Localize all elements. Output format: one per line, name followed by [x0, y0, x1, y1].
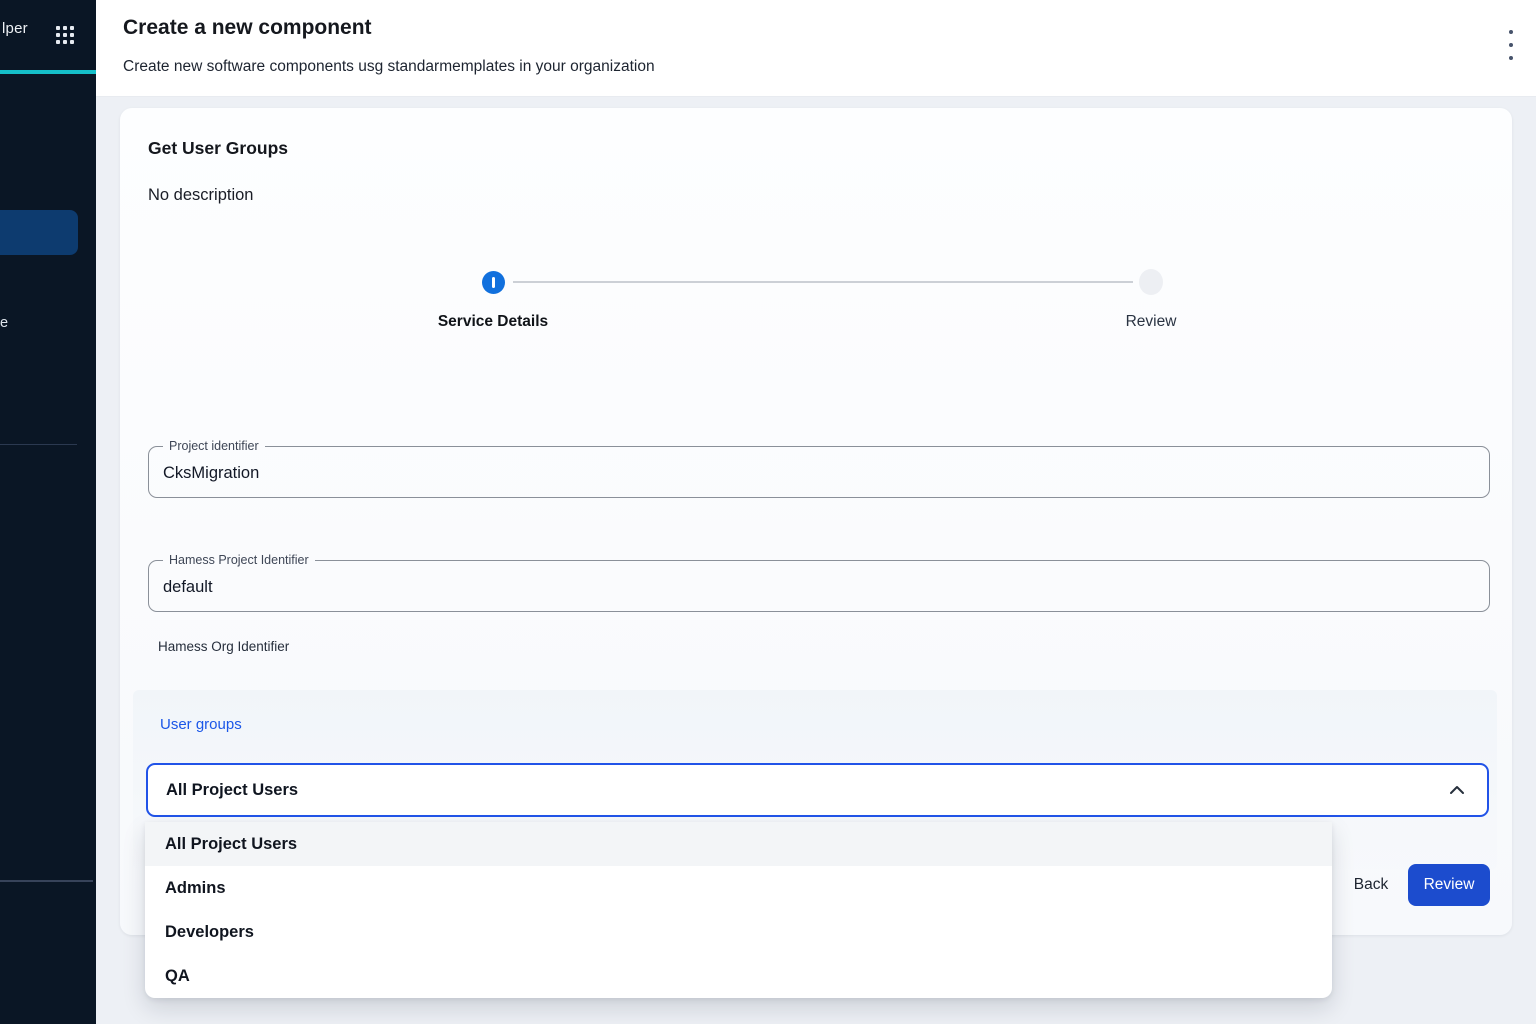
sidebar-item-label[interactable]: e: [0, 315, 8, 331]
dropdown-option[interactable]: QA: [145, 954, 1332, 998]
dropdown-option[interactable]: Admins: [145, 866, 1332, 910]
main-content: Get User Groups No description Service D…: [96, 97, 1536, 1024]
dropdown-option[interactable]: All Project Users: [145, 822, 1332, 866]
sidebar-divider: [0, 880, 93, 882]
page-header: Create a new component Create new softwa…: [96, 0, 1536, 97]
step-1-indicator: [482, 271, 505, 294]
project-identifier-field: Project identifier: [148, 447, 1490, 498]
page-title: Create a new component: [123, 16, 372, 40]
dropdown-option[interactable]: Developers: [145, 910, 1332, 954]
harness-project-identifier-input[interactable]: [163, 572, 1475, 602]
harness-project-identifier-field: Hamess Project Identifier: [148, 561, 1490, 612]
user-groups-select[interactable]: All Project Users: [146, 763, 1489, 817]
project-identifier-input[interactable]: [163, 458, 1475, 488]
step-number-glyph: [492, 277, 495, 288]
back-button[interactable]: Back: [1335, 864, 1407, 906]
sidebar-active-item[interactable]: [0, 210, 78, 255]
sidebar-divider: [0, 444, 77, 445]
app-window: lper e Create a new component Create new…: [0, 0, 1536, 1024]
user-groups-dropdown-menu: All Project Users Admins Developers QA: [145, 822, 1332, 998]
field-label: Hamess Project Identifier: [163, 552, 315, 568]
user-groups-link[interactable]: User groups: [160, 716, 242, 733]
harness-org-identifier-label: Hamess Org Identifier: [158, 639, 289, 654]
apps-grid-icon[interactable]: [56, 26, 76, 46]
kebab-menu-icon[interactable]: [1501, 28, 1521, 62]
section-title: Get User Groups: [148, 138, 288, 159]
stepper-connector-line: [513, 281, 1133, 283]
step-label-service-details: Service Details: [403, 313, 583, 331]
step-2-indicator: [1139, 269, 1163, 295]
chevron-up-icon: [1449, 785, 1465, 795]
select-value: All Project Users: [166, 781, 298, 800]
review-button[interactable]: Review: [1408, 864, 1490, 906]
page-subtitle: Create new software components usg stand…: [123, 58, 655, 76]
sidebar-brand-text: lper: [2, 20, 28, 37]
form-card: Get User Groups No description Service D…: [120, 108, 1512, 935]
section-description: No description: [148, 186, 253, 205]
field-label: Project identifier: [163, 438, 265, 454]
sidebar-accent-line: [0, 70, 96, 74]
step-label-review: Review: [1091, 313, 1211, 331]
sidebar: lper e: [0, 0, 96, 1024]
